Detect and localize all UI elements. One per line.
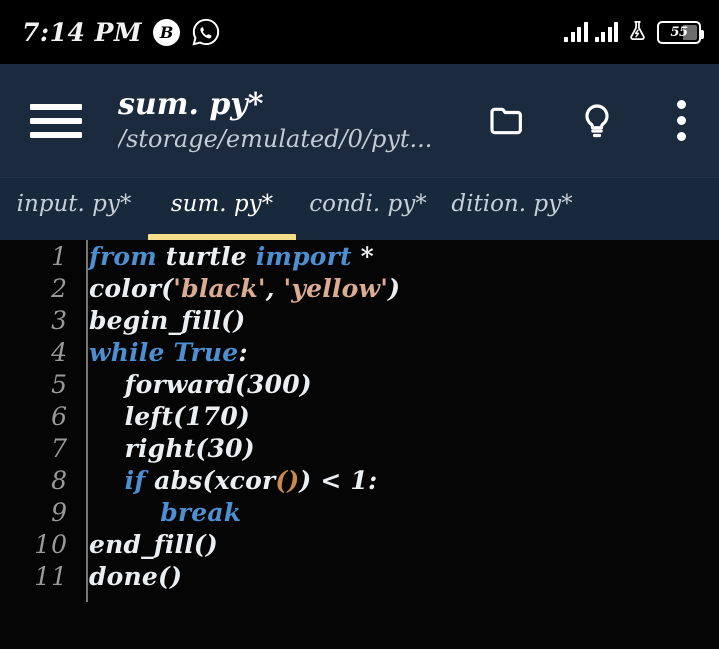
tab-label: sum. py* bbox=[170, 190, 274, 217]
status-clock: 7:14 PM bbox=[22, 17, 143, 47]
line-number: 11 bbox=[34, 561, 68, 591]
tab-condi-py[interactable]: condi. py* bbox=[296, 178, 440, 241]
status-bar-left: 7:14 PM B bbox=[22, 17, 221, 47]
code-lines: 1 from turtle import * 2 color('black', … bbox=[0, 240, 719, 592]
code-text: forward(300) bbox=[89, 369, 312, 399]
status-bar: 7:14 PM B 55 bbox=[0, 0, 719, 64]
code-row[interactable]: 10 end_fill() bbox=[0, 528, 719, 560]
flask-icon bbox=[625, 19, 650, 46]
tab-input-py[interactable]: input. py* bbox=[0, 178, 148, 241]
kebab-menu-icon[interactable] bbox=[667, 96, 695, 145]
line-number: 7 bbox=[51, 433, 68, 463]
code-text: break bbox=[160, 497, 242, 527]
code-row[interactable]: 7 right(30) bbox=[0, 432, 719, 464]
signal-bars-secondary-icon bbox=[594, 22, 618, 42]
line-number: 8 bbox=[51, 465, 68, 495]
code-text: begin_fill() bbox=[89, 305, 246, 335]
code-text: color('black', 'yellow') bbox=[89, 273, 401, 303]
code-editor[interactable]: 1 from turtle import * 2 color('black', … bbox=[0, 240, 719, 649]
title-block: sum. py* /storage/emulated/0/pyt... bbox=[118, 86, 487, 155]
editor-tab-bar: input. py* sum. py* condi. py* dition. p… bbox=[0, 177, 719, 241]
line-number: 10 bbox=[34, 529, 68, 559]
header-actions bbox=[487, 96, 703, 145]
status-bar-right: 55 bbox=[564, 19, 704, 46]
battery-indicator: 55 bbox=[657, 20, 704, 44]
folder-icon[interactable] bbox=[487, 101, 527, 141]
code-row[interactable]: 3 begin_fill() bbox=[0, 304, 719, 336]
code-row[interactable]: 5 forward(300) bbox=[0, 368, 719, 400]
code-row[interactable]: 6 left(170) bbox=[0, 400, 719, 432]
lightbulb-icon[interactable] bbox=[577, 101, 617, 141]
code-row[interactable]: 9 break bbox=[0, 496, 719, 528]
line-number: 4 bbox=[51, 337, 68, 367]
tab-label: condi. py* bbox=[309, 190, 427, 217]
tab-label: input. py* bbox=[16, 190, 132, 217]
code-text: from turtle import * bbox=[89, 241, 374, 271]
hamburger-menu-icon[interactable] bbox=[30, 103, 82, 138]
app-root: 7:14 PM B 55 sum. py* /storage/emulated/… bbox=[0, 0, 719, 649]
tab-dition-py[interactable]: dition. py* bbox=[440, 178, 584, 241]
code-text: done() bbox=[89, 561, 183, 591]
tab-sum-py[interactable]: sum. py* bbox=[148, 178, 296, 241]
notification-badge-icon: B bbox=[153, 18, 181, 46]
app-header: sum. py* /storage/emulated/0/pyt... bbox=[0, 64, 719, 177]
battery-percent-label: 55 bbox=[670, 24, 688, 40]
code-text: if abs(xcor()) < 1: bbox=[124, 465, 378, 495]
page-title: sum. py* bbox=[118, 87, 264, 123]
code-row[interactable]: 4 while True: bbox=[0, 336, 719, 368]
code-text: right(30) bbox=[89, 433, 255, 463]
line-number: 6 bbox=[51, 401, 68, 431]
line-number: 3 bbox=[51, 305, 68, 335]
code-row[interactable]: 11 done() bbox=[0, 560, 719, 592]
whatsapp-icon bbox=[191, 17, 221, 47]
code-text: left(170) bbox=[89, 401, 250, 431]
line-number: 5 bbox=[51, 369, 68, 399]
line-number: 1 bbox=[51, 241, 68, 271]
code-row[interactable]: 1 from turtle import * bbox=[0, 240, 719, 272]
file-path-subtitle: /storage/emulated/0/pyt... bbox=[118, 124, 433, 153]
code-row[interactable]: 8 if abs(xcor()) < 1: bbox=[0, 464, 719, 496]
line-number: 9 bbox=[51, 497, 68, 527]
code-row[interactable]: 2 color('black', 'yellow') bbox=[0, 272, 719, 304]
tab-label: dition. py* bbox=[451, 190, 573, 217]
code-text: end_fill() bbox=[89, 529, 218, 559]
code-text: while True: bbox=[89, 337, 248, 367]
signal-bars-icon bbox=[564, 22, 588, 42]
line-number: 2 bbox=[51, 273, 68, 303]
